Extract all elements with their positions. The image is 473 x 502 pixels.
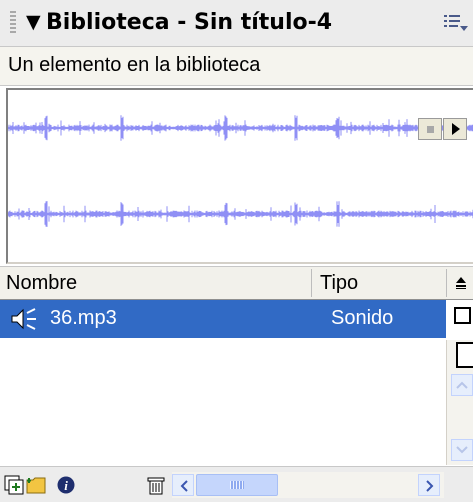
waveform-preview — [8, 115, 473, 227]
scroll-thumb[interactable] — [196, 474, 278, 496]
column-header-type[interactable]: Tipo — [320, 272, 358, 295]
column-separator[interactable] — [311, 269, 312, 297]
library-item-row[interactable]: 36.mp3 Sonido — [0, 300, 446, 338]
preview-pane — [6, 88, 473, 264]
sort-order-icon[interactable] — [454, 276, 468, 290]
play-button[interactable] — [443, 118, 467, 140]
new-folder-icon[interactable] — [26, 475, 46, 495]
item-linkage-checkbox[interactable] — [454, 307, 471, 324]
item-count-text: Un elemento en la biblioteca — [8, 54, 261, 76]
horizontal-scrollbar[interactable] — [172, 472, 444, 498]
waveform-channel-left — [8, 115, 473, 141]
item-name: 36.mp3 — [50, 307, 117, 329]
waveform-channel-right — [8, 201, 473, 227]
scroll-top-box — [456, 342, 473, 368]
column-header-name[interactable]: Nombre — [6, 272, 77, 295]
scroll-right-button[interactable] — [418, 474, 440, 496]
sound-icon — [11, 308, 36, 330]
new-symbol-icon[interactable] — [4, 475, 24, 495]
vertical-scrollbar[interactable] — [446, 340, 473, 465]
panel-header[interactable]: ▼ Biblioteca - Sin título-4 — [0, 0, 473, 47]
scroll-up-button[interactable] — [451, 374, 473, 396]
chevron-left-icon — [180, 480, 188, 492]
scroll-down-button[interactable] — [451, 439, 473, 461]
stop-button[interactable] — [418, 118, 442, 140]
scroll-left-button[interactable] — [172, 474, 194, 496]
column-separator[interactable] — [446, 269, 447, 297]
properties-icon[interactable]: i — [56, 475, 76, 495]
item-type: Sonido — [331, 307, 394, 329]
column-header-bar: Nombre Tipo — [0, 266, 473, 300]
collapse-arrow-icon[interactable]: ▼ — [26, 11, 41, 33]
chevron-right-icon — [426, 480, 434, 492]
grip-handle[interactable] — [10, 11, 16, 35]
bottom-toolbar: i — [0, 466, 473, 502]
panel-title: Biblioteca - Sin título-4 — [46, 10, 333, 35]
chevron-up-icon — [456, 381, 468, 389]
chevron-down-icon — [456, 446, 468, 454]
panel-options-icon[interactable] — [443, 12, 469, 34]
svg-text:i: i — [64, 478, 68, 493]
status-bar: Un elemento en la biblioteca — [0, 47, 473, 86]
trash-icon[interactable] — [146, 475, 166, 495]
